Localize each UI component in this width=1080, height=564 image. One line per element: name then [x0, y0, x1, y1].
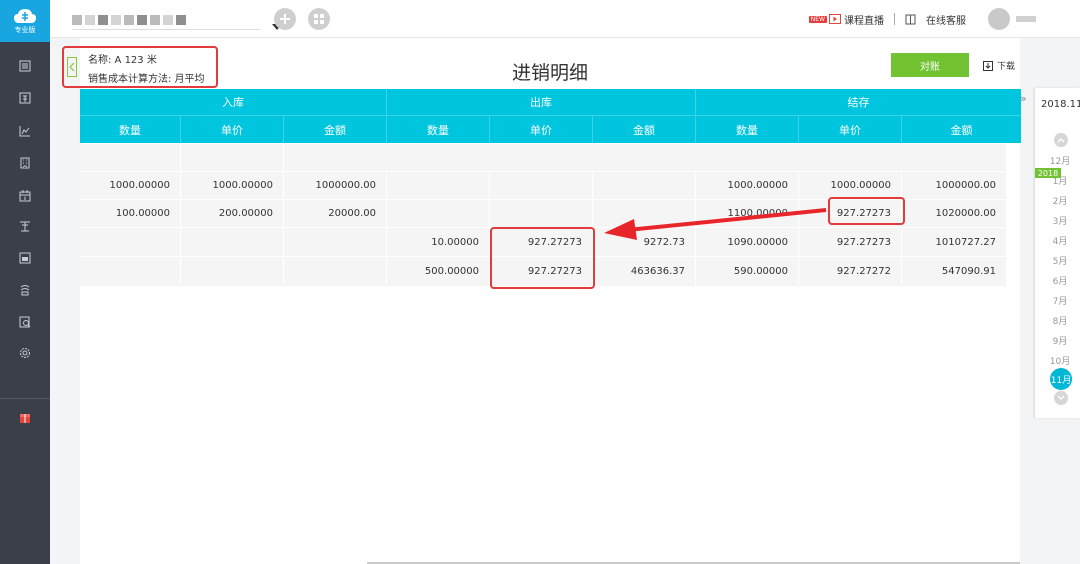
month-item[interactable]: 6月 — [1035, 274, 1080, 287]
month-item[interactable]: 10月 — [1035, 354, 1080, 367]
month-item[interactable]: 2月 — [1035, 194, 1080, 207]
month-item[interactable]: 7月 — [1035, 294, 1080, 307]
period-up-button[interactable] — [1054, 133, 1068, 147]
month-item[interactable]: 1月 — [1035, 174, 1080, 187]
month-item[interactable]: 12月 — [1035, 154, 1080, 167]
month-item[interactable]: 9月 — [1035, 334, 1080, 347]
annotation-arrow-icon — [604, 208, 827, 240]
current-period: 2018.11 — [1041, 99, 1080, 110]
month-item[interactable]: 8月 — [1035, 314, 1080, 327]
chevron-down-icon — [1057, 395, 1065, 400]
current-month[interactable]: 11月 — [1050, 368, 1072, 390]
collapse-panel-icon[interactable]: » — [1020, 92, 1027, 105]
period-down-button[interactable] — [1054, 391, 1068, 405]
month-item[interactable]: 5月 — [1035, 254, 1080, 267]
month-item[interactable]: 4月 — [1035, 234, 1080, 247]
chevron-up-icon — [1057, 138, 1065, 143]
month-item[interactable]: 3月 — [1035, 214, 1080, 227]
period-panel: 2018.11 12月 2018 1月 2月 3月 4月 5月 6月 7月 8月… — [1035, 88, 1080, 418]
